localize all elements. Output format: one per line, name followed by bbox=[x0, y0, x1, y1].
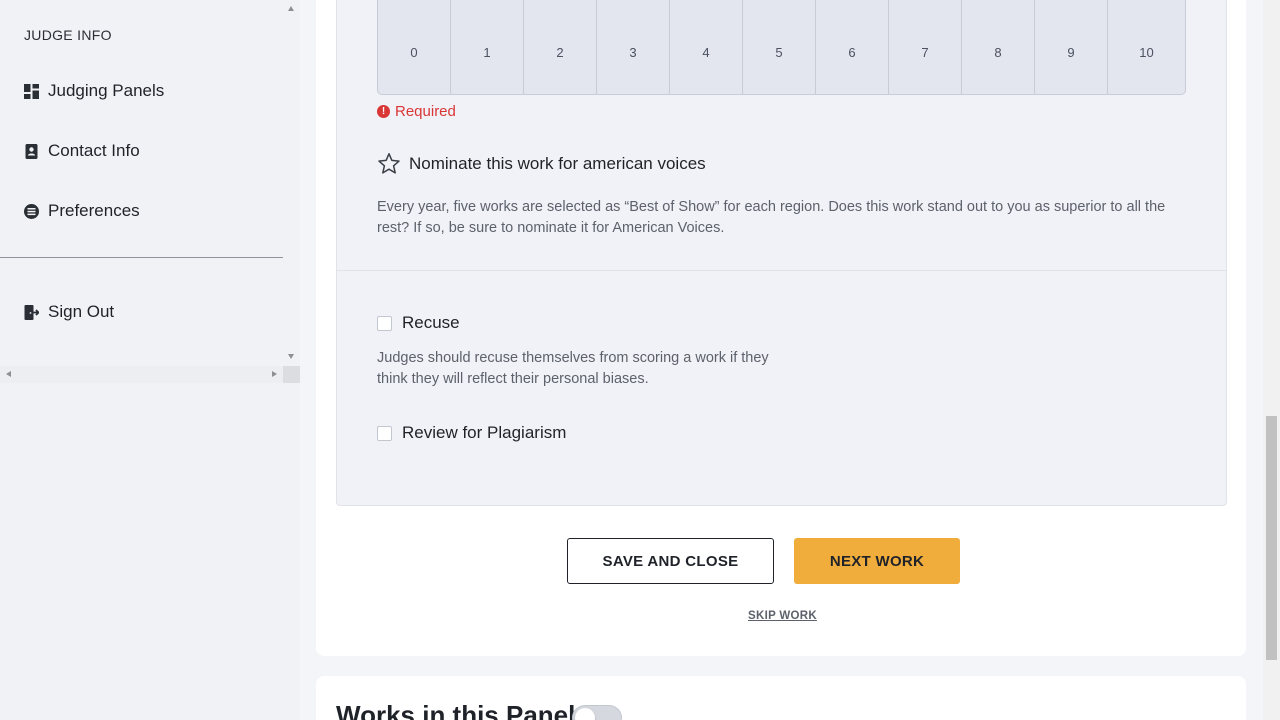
score-option-4[interactable]: 4 bbox=[670, 0, 743, 94]
required-error: ! Required bbox=[377, 103, 456, 120]
works-panel-toggle[interactable] bbox=[572, 705, 622, 720]
toggle-knob bbox=[575, 708, 595, 720]
score-option-2[interactable]: 2 bbox=[524, 0, 597, 94]
panel-divider bbox=[337, 270, 1226, 271]
scrollbar-corner bbox=[283, 366, 300, 383]
scroll-up-arrow-icon[interactable] bbox=[288, 6, 294, 11]
score-option-8[interactable]: 8 bbox=[962, 0, 1035, 94]
sidebar-vertical-scrollbar[interactable] bbox=[283, 0, 300, 366]
sidebar-item-label: Preferences bbox=[48, 201, 140, 220]
sidebar-item-label: Contact Info bbox=[48, 141, 140, 160]
dashboard-icon bbox=[24, 83, 39, 99]
nominate-description: Every year, five works are selected as “… bbox=[377, 199, 1166, 236]
star-icon[interactable] bbox=[377, 152, 401, 176]
score-option-0[interactable]: 0 bbox=[378, 0, 451, 94]
works-panel-title: Works in this Panel bbox=[336, 700, 576, 720]
recuse-checkbox[interactable] bbox=[377, 315, 392, 331]
page-scrollbar[interactable] bbox=[1263, 0, 1280, 720]
sidebar-item-contact-info[interactable]: Contact Info bbox=[24, 141, 140, 161]
preferences-icon bbox=[24, 203, 39, 219]
sidebar-divider bbox=[0, 257, 283, 258]
sidebar-item-label: Judging Panels bbox=[48, 81, 165, 100]
sidebar-horizontal-scrollbar[interactable] bbox=[0, 366, 283, 383]
save-and-close-button[interactable]: SAVE AND CLOSE bbox=[567, 538, 774, 584]
scroll-right-arrow-icon[interactable] bbox=[272, 371, 277, 377]
sidebar: JUDGE INFO Judging Panels Contact Info P… bbox=[0, 0, 300, 720]
plagiarism-checkbox-row[interactable]: Review for Plagiarism bbox=[377, 423, 566, 443]
sidebar-section-title: JUDGE INFO bbox=[24, 27, 112, 43]
scroll-left-arrow-icon[interactable] bbox=[6, 371, 11, 377]
plagiarism-checkbox[interactable] bbox=[377, 425, 392, 441]
next-work-button[interactable]: NEXT WORK bbox=[794, 538, 960, 584]
scroll-down-arrow-icon[interactable] bbox=[288, 354, 294, 359]
score-option-5[interactable]: 5 bbox=[743, 0, 816, 94]
sign-out-icon bbox=[24, 304, 40, 320]
recuse-checkbox-row[interactable]: Recuse bbox=[377, 313, 460, 333]
recuse-description: Judges should recuse themselves from sco… bbox=[377, 350, 769, 387]
sign-out-label: Sign Out bbox=[48, 302, 115, 321]
score-option-6[interactable]: 6 bbox=[816, 0, 889, 94]
score-option-9[interactable]: 9 bbox=[1035, 0, 1108, 94]
sidebar-item-judging-panels[interactable]: Judging Panels bbox=[24, 81, 164, 101]
recuse-label: Recuse bbox=[402, 313, 460, 332]
score-option-7[interactable]: 7 bbox=[889, 0, 962, 94]
nominate-toggle[interactable]: Nominate this work for american voices bbox=[377, 152, 706, 176]
score-option-3[interactable]: 3 bbox=[597, 0, 670, 94]
error-icon: ! bbox=[377, 105, 390, 118]
plagiarism-label: Review for Plagiarism bbox=[402, 423, 567, 442]
sidebar-item-preferences[interactable]: Preferences bbox=[24, 201, 140, 221]
page-scrollbar-thumb[interactable] bbox=[1266, 416, 1277, 660]
score-selector: 0 1 2 3 4 5 6 7 8 9 10 bbox=[377, 0, 1186, 95]
score-option-1[interactable]: 1 bbox=[451, 0, 524, 94]
contact-book-icon bbox=[24, 143, 39, 159]
skip-work-link[interactable]: SKIP WORK bbox=[748, 610, 817, 622]
score-option-10[interactable]: 10 bbox=[1108, 0, 1185, 94]
sign-out-button[interactable]: Sign Out bbox=[24, 302, 114, 322]
required-text: Required bbox=[395, 103, 456, 120]
nominate-label: Nominate this work for american voices bbox=[409, 154, 706, 173]
sidebar-scroll-area: JUDGE INFO Judging Panels Contact Info P… bbox=[0, 0, 283, 366]
